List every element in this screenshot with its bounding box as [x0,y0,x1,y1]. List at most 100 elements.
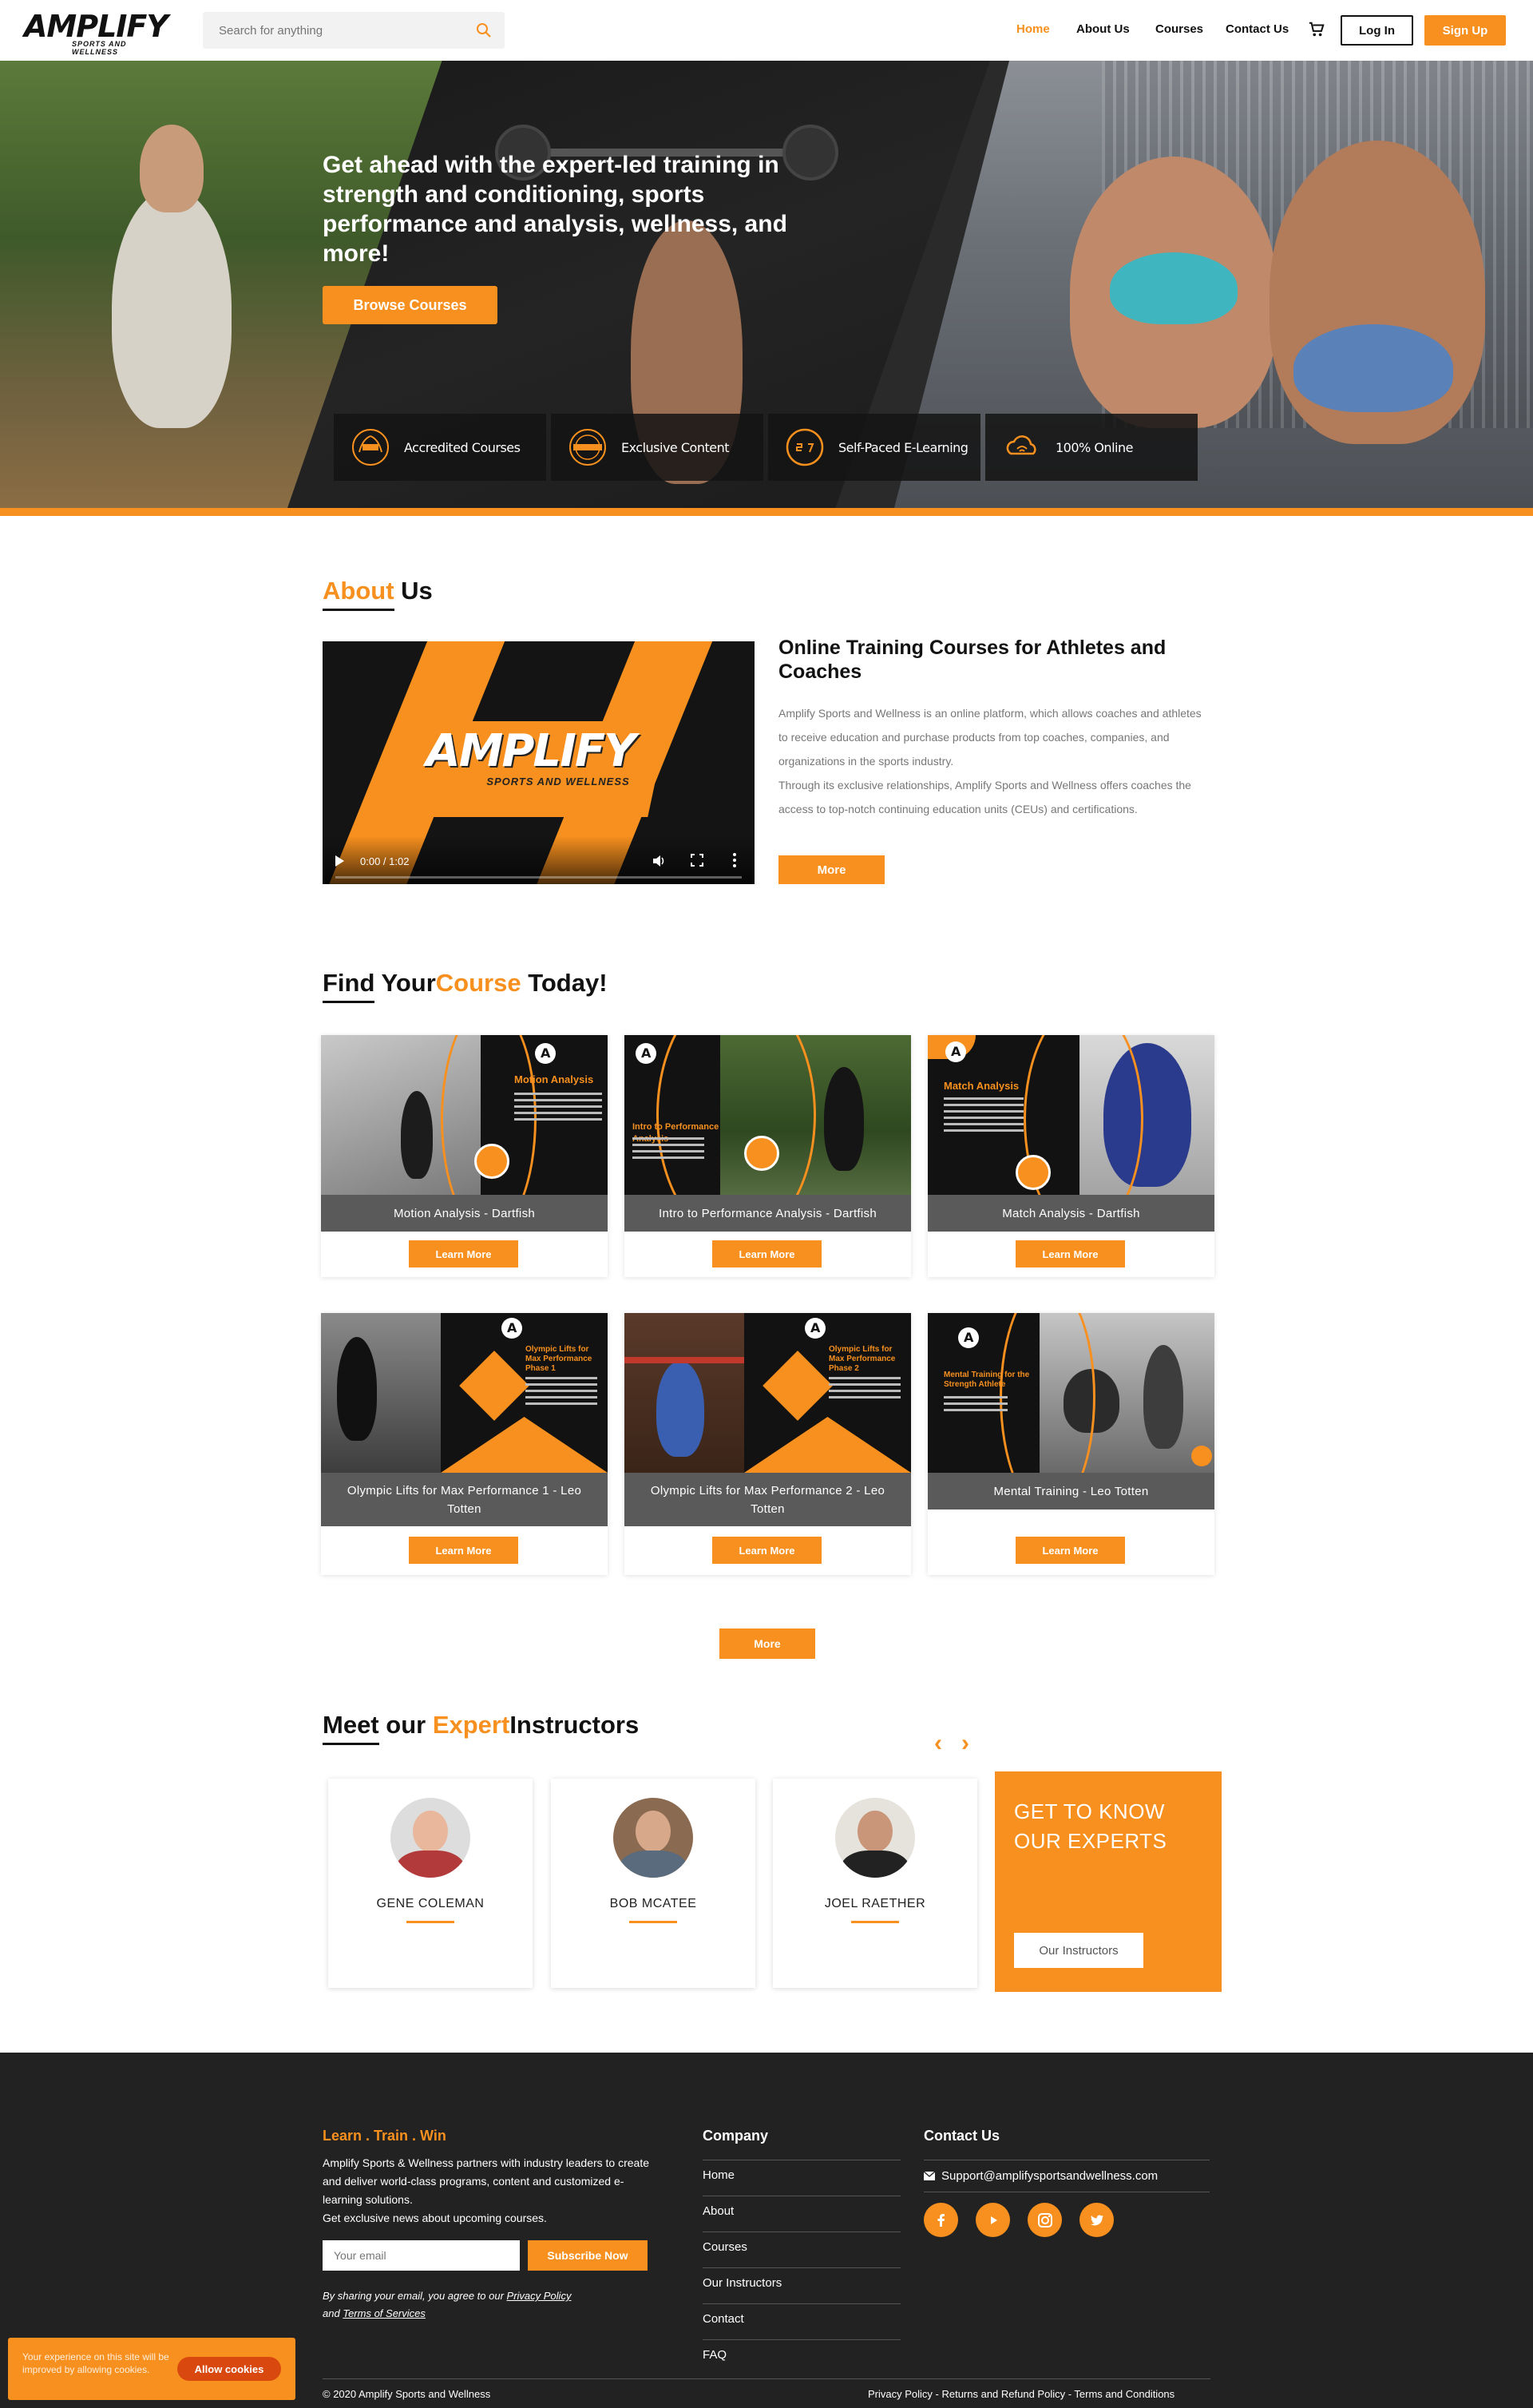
subscribe-button[interactable]: Subscribe Now [528,2240,648,2271]
learn-more-button[interactable]: Learn More [1016,1240,1125,1267]
nav-home[interactable]: Home [1016,22,1050,36]
about-more-button[interactable]: More [778,855,885,884]
course-card-motion-analysis[interactable]: Motion Analysis Motion Analysis - Dartfi… [321,1035,608,1277]
instagram-icon[interactable] [1028,2203,1062,2237]
course-card-olympic-lifts-2[interactable]: Olympic Lifts for Max Performance Phase … [624,1313,911,1575]
video-logo: AMPLIFY SPORTS AND WELLNESS [410,725,650,788]
exclusive-badge-icon [569,429,606,466]
course-thumbnail: Motion Analysis [321,1035,608,1195]
top-nav: AMPLIFY SPORTS AND WELLNESS Home About U… [0,0,1533,61]
learn-more-button[interactable]: Learn More [712,1240,822,1267]
play-icon[interactable] [335,855,344,867]
feature-accredited: Accredited Courses [334,414,546,481]
footer-link-our-instructors[interactable]: Our Instructors [703,2276,782,2290]
footer-link-faq[interactable]: FAQ [703,2348,727,2362]
thumb-triangle [441,1417,608,1473]
thumb-wave [656,1035,816,1195]
carousel-prev-arrow[interactable]: ‹ [934,1730,942,1757]
nav-courses[interactable]: Courses [1155,22,1203,36]
footer-link-home[interactable]: Home [703,2168,735,2182]
footer-link-courses[interactable]: Courses [703,2240,747,2254]
instructor-name: GENE COLEMAN [376,1897,485,1910]
divider [703,2267,901,2268]
fullscreen-icon[interactable] [691,854,703,867]
page: AMPLIFY SPORTS AND WELLNESS Home About U… [0,0,1533,2408]
course-card-match-analysis[interactable]: Match Analysis Match Analysis - Dartfish… [928,1035,1214,1277]
learn-more-button[interactable]: Learn More [1016,1537,1125,1564]
course-title[interactable]: Olympic Lifts for Max Performance 2 - Le… [624,1473,911,1526]
course-thumbnail: Mental Training for the Strength Athlete [928,1313,1214,1473]
video-logo-text: AMPLIFY [426,725,636,777]
thumb-badge [474,1144,509,1179]
course-title[interactable]: Olympic Lifts for Max Performance 1 - Le… [321,1473,608,1526]
hero-accent-bar [0,508,1533,516]
video-time: 0:00 / 1:02 [360,855,410,867]
video-logo-sub: SPORTS AND WELLNESS [486,776,630,787]
more-options-icon[interactable] [733,853,736,867]
course-card-intro-performance[interactable]: Intro to Performance Analysis Intro to P… [624,1035,911,1277]
avatar-body [840,1851,910,1878]
browse-courses-button[interactable]: Browse Courses [323,286,497,324]
privacy-policy-link[interactable]: Privacy Policy [507,2290,572,2302]
get-to-know-experts-panel: GET TO KNOW OUR EXPERTS Our Instructors [995,1771,1222,1992]
search-icon[interactable] [476,22,492,38]
instructors-title-our: our [386,1711,426,1739]
footer-link-about[interactable]: About [703,2204,734,2218]
instructors-title-meet: Meet [323,1711,379,1745]
search-input[interactable] [203,23,458,38]
nav-contact-us[interactable]: Contact Us [1226,22,1289,36]
feature-label: 100% Online [1056,439,1133,455]
instructor-underline [629,1921,677,1923]
learn-more-button[interactable]: Learn More [409,1537,518,1564]
course-title[interactable]: Match Analysis - Dartfish [928,1195,1214,1232]
instructor-card[interactable]: GENE COLEMAN [328,1779,533,1988]
allow-cookies-button[interactable]: Allow cookies [177,2357,281,2381]
instructor-card[interactable]: JOEL RAETHER [773,1779,977,1988]
divider [703,2339,901,2340]
login-button[interactable]: Log In [1341,15,1413,46]
contact-email[interactable]: Support@amplifysportsandwellness.com [924,2169,1158,2183]
course-title[interactable]: Intro to Performance Analysis - Dartfish [624,1195,911,1232]
legal-links[interactable]: Privacy Policy - Returns and Refund Poli… [868,2388,1175,2400]
facebook-icon[interactable] [924,2203,958,2237]
courses-more-button[interactable]: More [719,1628,815,1659]
learn-more-button[interactable]: Learn More [712,1537,822,1564]
instructor-card[interactable]: BOB MCATEE [551,1779,755,1988]
footer-link-contact[interactable]: Contact [703,2312,744,2326]
volume-icon[interactable] [652,854,666,868]
cart-icon[interactable] [1308,21,1325,38]
video-progress-track[interactable] [335,876,742,879]
learn-more-button[interactable]: Learn More [409,1240,518,1267]
feature-self-paced: Self-Paced E-Learning [768,414,980,481]
course-card-mental-training[interactable]: Mental Training for the Strength Athlete… [928,1313,1214,1575]
avatar [390,1798,470,1878]
about-paragraph-1: Amplify Sports and Wellness is an online… [778,707,1202,768]
course-title[interactable]: Mental Training - Leo Totten [928,1473,1214,1509]
carousel-next-arrow[interactable]: › [961,1730,969,1757]
about-title-highlight: About [323,577,394,611]
thumb-title: Olympic Lifts for Max Performance Phase … [525,1345,592,1373]
about-title-rest: Us [401,577,433,605]
hero-banner: Get ahead with the expert-led training i… [0,61,1533,508]
amplify-logo[interactable]: AMPLIFY SPORTS AND WELLNESS [24,11,172,56]
terms-of-services-link[interactable]: Terms of Services [343,2307,426,2319]
footer-tagline: Learn . Train . Win [323,2128,446,2144]
feature-label: Exclusive Content [621,439,730,455]
thumb-amplify-logo [945,1041,966,1062]
thumb-title: Mental Training for the Strength Athlete [944,1371,1030,1389]
signup-button[interactable]: Sign Up [1424,15,1506,46]
thumb-amplify-logo [958,1327,979,1348]
our-instructors-button[interactable]: Our Instructors [1014,1933,1143,1968]
course-title[interactable]: Motion Analysis - Dartfish [321,1195,608,1232]
thumb-triangle [744,1417,911,1473]
about-video[interactable]: AMPLIFY SPORTS AND WELLNESS 0:00 / 1:02 [323,641,755,884]
newsletter-consent-text: By sharing your email, you agree to our … [323,2287,658,2323]
youtube-icon[interactable] [976,2203,1010,2237]
thumb-tennis-player [1143,1345,1183,1449]
course-card-olympic-lifts-1[interactable]: Olympic Lifts for Max Performance Phase … [321,1313,608,1575]
nav-about-us[interactable]: About Us [1076,22,1130,36]
newsletter-email-input[interactable] [323,2240,520,2271]
thumb-badge [1016,1155,1051,1190]
twitter-icon[interactable] [1079,2203,1114,2237]
footer-description-2: Get exclusive news about upcoming course… [323,2212,547,2224]
